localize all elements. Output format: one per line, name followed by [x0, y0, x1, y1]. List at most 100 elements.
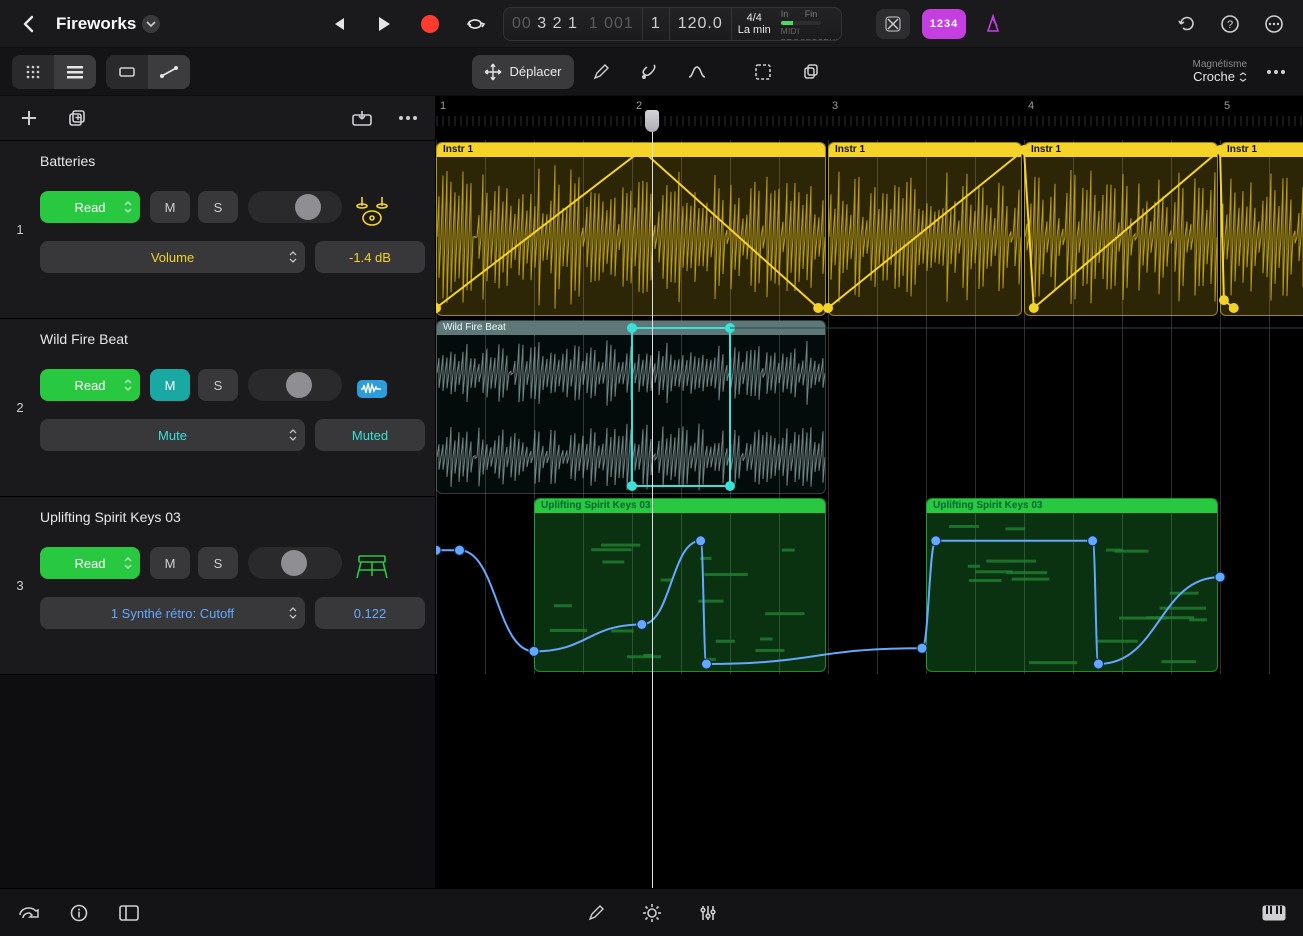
automation-mode-select[interactable]: Read — [40, 547, 140, 579]
parameter-label: 1 Synthé rétro: Cutoff — [111, 606, 234, 621]
project-title[interactable]: Fireworks — [56, 14, 160, 34]
ruler-bar-number: 2 — [636, 100, 642, 112]
parameter-select[interactable]: 1 Synthé rétro: Cutoff — [40, 597, 305, 629]
marquee-tool[interactable] — [742, 55, 784, 89]
tempo-value: 120.0 — [678, 15, 723, 33]
automation-mode-label: Read — [74, 378, 105, 393]
track-lane-3[interactable]: Uplifting Spirit Keys 03 Uplifting Spirit… — [436, 496, 1303, 674]
mixer-button[interactable] — [693, 898, 723, 928]
lcd-display[interactable]: 00 3 2 1 1 001 1 120.0 4/4 La min InFin … — [503, 7, 842, 41]
track-headers: 1 Batteries Read M S — [0, 96, 436, 888]
region[interactable]: Instr 1 — [1220, 142, 1303, 316]
solo-button[interactable]: S — [198, 369, 238, 401]
playhead-line[interactable] — [652, 132, 653, 888]
region[interactable]: Wild Fire Beat — [436, 320, 826, 494]
back-button[interactable] — [14, 9, 44, 39]
automation-mode-select[interactable]: Read — [40, 191, 140, 223]
region[interactable]: Uplifting Spirit Keys 03 — [926, 498, 1218, 672]
track-header-2[interactable]: 2 Wild Fire Beat Read M S — [0, 318, 435, 496]
count-in-button[interactable]: 1234 — [922, 9, 966, 39]
region[interactable]: Instr 1 — [828, 142, 1022, 316]
brush-tool[interactable] — [628, 55, 670, 89]
curve-tool[interactable] — [676, 55, 718, 89]
cycle-button[interactable] — [461, 9, 491, 39]
region[interactable]: Uplifting Spirit Keys 03 — [534, 498, 826, 672]
track-index: 2 — [0, 319, 40, 496]
region[interactable]: Instr 1 — [1024, 142, 1218, 316]
pencil-tool[interactable] — [580, 55, 622, 89]
duplicate-track-button[interactable] — [62, 103, 92, 133]
move-tool[interactable]: Déplacer — [471, 55, 573, 89]
parameter-value-label: -1.4 dB — [349, 250, 391, 265]
region[interactable]: Instr 1 — [436, 142, 826, 316]
mute-button[interactable]: M — [150, 369, 190, 401]
tuning-button[interactable] — [876, 9, 910, 39]
solo-button[interactable]: S — [198, 547, 238, 579]
track-header-3[interactable]: 3 Uplifting Spirit Keys 03 Read M S — [0, 496, 435, 674]
parameter-value[interactable]: -1.4 dB — [315, 241, 425, 273]
automation-view-button[interactable] — [148, 55, 190, 89]
region-label: Instr 1 — [1221, 143, 1303, 157]
pan-slider[interactable] — [248, 369, 342, 401]
automation-mode-select[interactable]: Read — [40, 369, 140, 401]
snap-setting[interactable]: Magnétisme Croche — [1193, 59, 1247, 84]
info-button[interactable] — [64, 898, 94, 928]
region-label: Instr 1 — [437, 143, 825, 157]
playhead-handle[interactable] — [645, 110, 659, 132]
record-button[interactable] — [415, 9, 445, 39]
disk-button[interactable] — [14, 898, 44, 928]
ruler-bar-number: 4 — [1028, 100, 1034, 112]
go-to-start-button[interactable] — [323, 9, 353, 39]
track-index: 3 — [0, 497, 40, 674]
region-label: Wild Fire Beat — [437, 321, 825, 335]
track-name[interactable]: Wild Fire Beat — [40, 331, 425, 347]
track-name[interactable]: Batteries — [40, 153, 425, 169]
track-lane-2[interactable]: Wild Fire Beat — [436, 318, 1303, 496]
edit-button[interactable] — [581, 898, 611, 928]
region-label: Instr 1 — [829, 143, 1021, 157]
midi-label: MIDI — [781, 27, 837, 36]
import-button[interactable] — [347, 103, 377, 133]
pan-slider[interactable] — [248, 191, 342, 223]
ruler-bar-number: 1 — [440, 100, 446, 112]
brightness-button[interactable] — [637, 898, 667, 928]
more-button[interactable] — [1259, 9, 1289, 39]
mute-button[interactable]: M — [150, 191, 190, 223]
timeline[interactable]: 123456789 Instr 1Instr 1Instr 1Instr 1 W… — [436, 96, 1303, 888]
parameter-select[interactable]: Mute — [40, 419, 305, 451]
single-region-button[interactable] — [106, 55, 148, 89]
move-tool-label: Déplacer — [509, 64, 561, 79]
grid-view-button[interactable] — [12, 55, 54, 89]
position-value: 3 2 1 — [537, 15, 578, 32]
play-button[interactable] — [369, 9, 399, 39]
keyboard-button[interactable] — [1259, 898, 1289, 928]
parameter-select[interactable]: Volume — [40, 241, 305, 273]
cpu-label: PROCESSEUR — [781, 38, 837, 40]
ruler-bar-number: 3 — [832, 100, 838, 112]
track-name[interactable]: Uplifting Spirit Keys 03 — [40, 509, 425, 525]
ruler[interactable]: 123456789 — [436, 96, 1303, 140]
parameter-value[interactable]: 0.122 — [315, 597, 425, 629]
list-view-button[interactable] — [54, 55, 96, 89]
track-header-more-button[interactable] — [393, 103, 423, 133]
panels-button[interactable] — [114, 898, 144, 928]
region-label: Instr 1 — [1025, 143, 1217, 157]
metronome-button[interactable] — [978, 9, 1008, 39]
add-track-button[interactable] — [14, 103, 44, 133]
solo-button[interactable]: S — [198, 191, 238, 223]
audio-icon — [352, 367, 392, 411]
snap-value: Croche — [1193, 70, 1235, 84]
key-value: La min — [738, 24, 771, 36]
track-header-1[interactable]: 1 Batteries Read M S — [0, 140, 435, 318]
track-lane-1[interactable]: Instr 1 Instr 1 Instr 1 Instr 1 — [436, 140, 1303, 318]
help-button[interactable]: ? — [1215, 9, 1245, 39]
mute-button[interactable]: M — [150, 547, 190, 579]
pan-slider[interactable] — [248, 547, 342, 579]
toolbar-more-button[interactable] — [1261, 57, 1291, 87]
time-signature-value: 4/4 — [747, 12, 762, 24]
pos-suffix: 1 001 — [583, 15, 633, 32]
undo-button[interactable] — [1171, 9, 1201, 39]
copy-tool[interactable] — [790, 55, 832, 89]
parameter-value[interactable]: Muted — [315, 419, 425, 451]
ruler-bar-number: 5 — [1224, 100, 1230, 112]
